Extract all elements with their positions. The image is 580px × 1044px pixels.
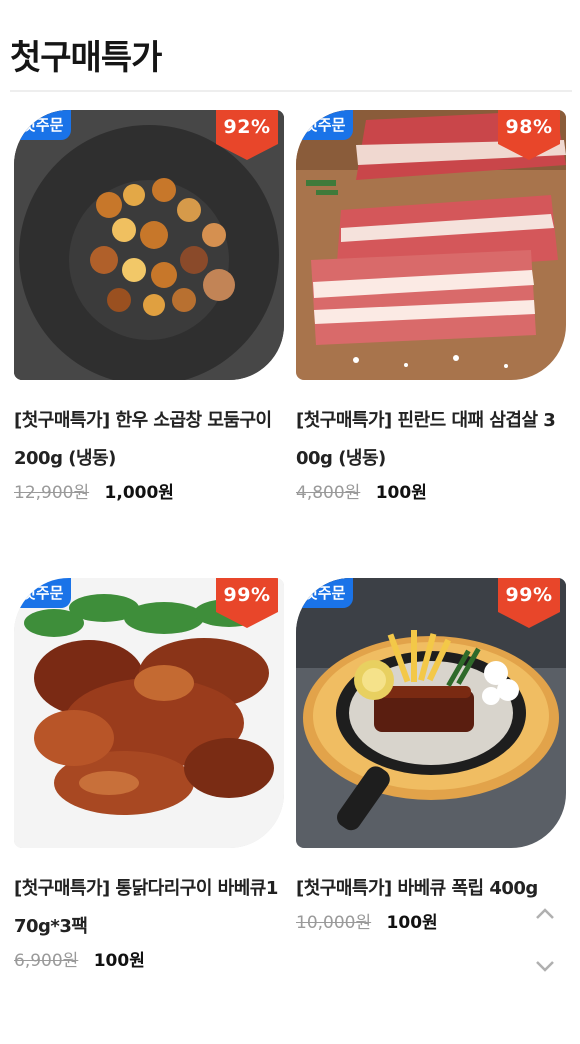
chevron-down-icon[interactable]	[534, 958, 556, 974]
product-card[interactable]: 첫주문 99% [첫구매특가] 바베큐 폭립 400g 10,000원 100원	[296, 578, 566, 934]
discount-badge: 99%	[216, 578, 278, 630]
product-card[interactable]: 첫주문 99% [첫구매특가] 통닭다리구이 바베큐170g*3팩 6,900원…	[14, 578, 284, 972]
title-divider	[10, 90, 572, 92]
product-image[interactable]: 첫주문 98%	[296, 110, 566, 380]
product-name[interactable]: [첫구매특가] 바베큐 폭립 400g	[296, 870, 566, 908]
chevron-up-icon[interactable]	[534, 906, 556, 922]
sale-price: 100원	[386, 913, 438, 933]
sale-price: 100원	[375, 483, 427, 503]
sale-price: 1,000원	[104, 483, 174, 503]
first-order-tag: 첫주문	[14, 578, 72, 608]
original-price: 6,900원	[14, 951, 79, 971]
product-name[interactable]: [첫구매특가] 통닭다리구이 바베큐170g*3팩	[14, 870, 284, 946]
original-price: 12,900원	[14, 483, 90, 503]
discount-badge: 92%	[216, 110, 278, 162]
price-row: 4,800원 100원	[296, 482, 566, 504]
product-name[interactable]: [첫구매특가] 핀란드 대패 삼겹살 300g (냉동)	[296, 402, 566, 478]
page-title: 첫구매특가	[10, 38, 162, 78]
product-card[interactable]: 첫주문 98% [첫구매특가] 핀란드 대패 삼겹살 300g (냉동) 4,8…	[296, 110, 566, 504]
product-image[interactable]: 첫주문 92%	[14, 110, 284, 380]
product-image[interactable]: 첫주문 99%	[296, 578, 566, 848]
original-price: 4,800원	[296, 483, 361, 503]
first-order-tag: 첫주문	[296, 110, 354, 140]
original-price: 10,000원	[296, 913, 372, 933]
discount-badge: 99%	[498, 578, 560, 630]
price-row: 10,000원 100원	[296, 912, 566, 934]
discount-badge: 98%	[498, 110, 560, 162]
product-image[interactable]: 첫주문 99%	[14, 578, 284, 848]
price-row: 6,900원 100원	[14, 950, 284, 972]
first-order-tag: 첫주문	[14, 110, 72, 140]
product-card[interactable]: 첫주문 92% [첫구매특가] 한우 소곱창 모둠구이 200g (냉동) 12…	[14, 110, 284, 504]
sale-price: 100원	[93, 951, 145, 971]
first-order-tag: 첫주문	[296, 578, 354, 608]
product-name[interactable]: [첫구매특가] 한우 소곱창 모둠구이 200g (냉동)	[14, 402, 284, 478]
price-row: 12,900원 1,000원	[14, 482, 284, 504]
